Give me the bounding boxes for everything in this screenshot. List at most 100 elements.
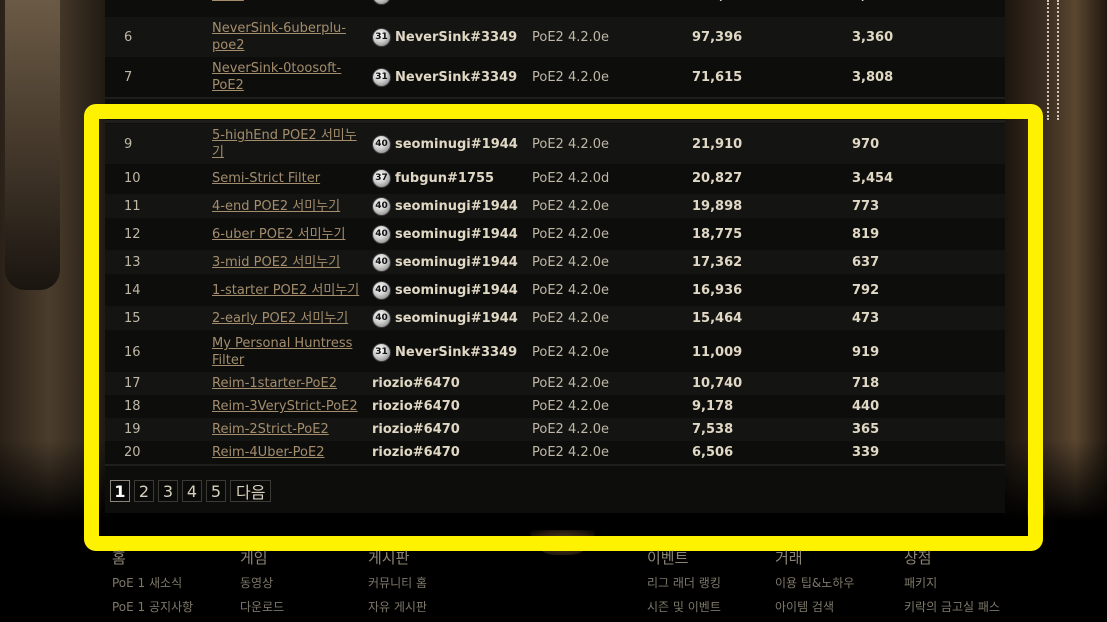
author-name: seominugi#1944 bbox=[395, 254, 518, 270]
author-name: seominugi#1944 bbox=[395, 136, 518, 152]
version-cell: PoE2 4.2.0e bbox=[532, 344, 610, 360]
page-button-3[interactable]: 3 bbox=[158, 480, 178, 502]
level-badge-icon: 31 bbox=[372, 67, 391, 87]
table-row: 9 5-highEnd POE2 서미누기 40 seominugi#1944 PoE2… bbox=[105, 124, 1005, 164]
likes-cell: 792 bbox=[852, 282, 880, 298]
version-cell: PoE2 4.2.0e bbox=[532, 445, 610, 460]
version-cell: PoE2 4.2.0e bbox=[532, 254, 610, 270]
filter-name-cell: My Personal Huntress Filter bbox=[212, 333, 362, 371]
character-figure bbox=[5, 0, 60, 290]
footer-link[interactable]: 동영상 bbox=[240, 574, 284, 591]
footer-link[interactable]: 다운로드 bbox=[240, 598, 284, 615]
page-button-5[interactable]: 5 bbox=[206, 480, 226, 502]
likes-cell: 773 bbox=[852, 198, 880, 214]
filter-name-cell: Reim-2Strict-PoE2 bbox=[212, 418, 362, 441]
author-name: NeverSink#3349 bbox=[395, 29, 518, 45]
filter-name-link[interactable]: Semi-Strict Filter bbox=[212, 170, 320, 187]
likes-cell: 970 bbox=[852, 136, 880, 152]
author-cell: 31NeverSink#3349 bbox=[372, 57, 517, 97]
page-button-1[interactable]: 1 bbox=[110, 480, 130, 502]
downloads-cell: 21,910 bbox=[692, 136, 743, 152]
filter-name-link[interactable]: 1-starter POE2 서미누기 bbox=[212, 282, 359, 299]
filter-name-link[interactable]: Reim-2Strict-PoE2 bbox=[212, 421, 329, 438]
author-cell: 31NeverSink#3349 bbox=[372, 17, 517, 57]
page-button-2[interactable]: 2 bbox=[134, 480, 154, 502]
rank-cell: 14 bbox=[124, 282, 141, 298]
filter-name-link[interactable]: 4-end POE2 서미누기 bbox=[212, 198, 340, 215]
filter-name-link[interactable]: NeverSink-6uberplu-poe2 bbox=[212, 20, 362, 54]
author-cell: 40 seominugi#1944 bbox=[372, 222, 518, 246]
filter-name-link[interactable]: My Personal Huntress Filter bbox=[212, 335, 362, 369]
footer-link[interactable]: 패키지 bbox=[904, 574, 1000, 591]
footer-link[interactable]: PoE 1 새소식 bbox=[112, 574, 193, 591]
likes-cell: 637 bbox=[852, 254, 880, 270]
likes-cell: 3,454 bbox=[852, 170, 894, 186]
footer-heading: 거래 bbox=[775, 549, 803, 567]
author-cell: 40 seominugi#1944 bbox=[372, 278, 518, 302]
filter-name-link[interactable]: Reim-1starter-PoE2 bbox=[212, 375, 337, 392]
footer-link[interactable]: 커뮤니티 홈 bbox=[368, 574, 427, 591]
version-cell: PoE2 4.2.0e bbox=[532, 282, 610, 298]
filter-name-link[interactable]: PoE2 bbox=[212, 0, 244, 4]
level-badge-icon: 40 bbox=[372, 134, 391, 154]
author-name: NeverSink#3349 bbox=[395, 69, 518, 85]
footer-link[interactable]: 시즌 및 이벤트 bbox=[647, 598, 721, 615]
author-name: NeverSink#3349 bbox=[395, 344, 518, 360]
downloads-cell: 7,538 bbox=[692, 422, 734, 437]
footer-heading: 게시판 bbox=[368, 549, 410, 567]
rank-cell: 20 bbox=[124, 445, 141, 460]
level-badge-icon: 31 bbox=[372, 342, 391, 362]
filter-name-cell: 1-starter POE2 서미누기 bbox=[212, 278, 362, 302]
filter-name-cell: Reim-3VeryStrict-PoE2 bbox=[212, 395, 362, 418]
likes-cell: 473 bbox=[852, 310, 880, 326]
footer-heading: 게임 bbox=[240, 549, 268, 567]
filter-name-link[interactable]: NeverSink-0toosoft-PoE2 bbox=[212, 60, 362, 94]
level-badge-icon: 40 bbox=[372, 196, 391, 216]
level-badge-icon: 40 bbox=[372, 224, 391, 244]
version-cell: PoE2 4.2.0e bbox=[532, 226, 610, 242]
footer-link[interactable]: 리그 래더 랭킹 bbox=[647, 574, 721, 591]
downloads-cell: 16,936 bbox=[692, 282, 743, 298]
rank-cell: 9 bbox=[124, 136, 133, 152]
downloads-cell: 71,615 bbox=[692, 69, 743, 85]
author-cell: 40 seominugi#1944 bbox=[372, 194, 518, 218]
rank-cell: 11 bbox=[124, 198, 141, 214]
footer-link[interactable]: 이용 팁&노하우 bbox=[775, 574, 854, 591]
author-name: NeverSink#3349 bbox=[395, 0, 517, 3]
filter-name-link[interactable]: Reim-3VeryStrict-PoE2 bbox=[212, 398, 358, 415]
filter-name-link[interactable]: 3-mid POE2 서미누기 bbox=[212, 254, 340, 271]
author-cell: 37 fubgun#1755 bbox=[372, 166, 494, 190]
version-cell: PoE2 4.2.0e bbox=[532, 29, 610, 45]
footer-link[interactable]: 키락의 금고실 패스 bbox=[904, 598, 1000, 615]
next-page-button[interactable]: 다음 bbox=[230, 480, 272, 502]
author-name: seominugi#1944 bbox=[395, 198, 518, 214]
footer-nav: 홈 PoE 1 새소식 PoE 1 공지사항 게임 동영상 다운로드 게시판 커뮤니티 홈 자유… bbox=[112, 547, 1102, 614]
rank-cell: 7 bbox=[124, 69, 133, 85]
author-cell: riozio#6470 bbox=[372, 418, 460, 441]
ornament-right bbox=[1027, 490, 1045, 522]
version-cell: PoE2 4.2.0e bbox=[532, 376, 610, 391]
page-button-4[interactable]: 4 bbox=[182, 480, 202, 502]
level-badge-icon: 31 bbox=[372, 27, 391, 47]
downloads-cell: 6,506 bbox=[692, 445, 734, 460]
filter-name-cell: 2-early POE2 서미누기 bbox=[212, 306, 362, 330]
author-cell: 31NeverSink#3349 bbox=[372, 0, 517, 7]
filter-name-link[interactable]: 6-uber POE2 서미누기 bbox=[212, 226, 345, 243]
level-badge-icon: 40 bbox=[372, 308, 391, 328]
likes-cell: 3,808 bbox=[852, 69, 894, 85]
filter-name-link[interactable]: 2-early POE2 서미누기 bbox=[212, 310, 348, 327]
author-cell: riozio#6470 bbox=[372, 372, 460, 395]
filter-name-link[interactable]: 5-highEnd POE2 서미누기 bbox=[212, 127, 362, 161]
likes-cell: 919 bbox=[852, 344, 880, 360]
level-badge-icon: 37 bbox=[372, 168, 391, 188]
level-badge-icon: 40 bbox=[372, 252, 391, 272]
filter-name-cell: 6-uber POE2 서미누기 bbox=[212, 222, 362, 246]
version-cell: PoE2 4.2.0e bbox=[532, 422, 610, 437]
version-cell: PoE2 4.2.0e bbox=[532, 399, 610, 414]
filter-name-link[interactable]: Reim-4Uber-PoE2 bbox=[212, 444, 324, 461]
footer-link[interactable]: 자유 게시판 bbox=[368, 598, 427, 615]
likes-cell: 3,360 bbox=[852, 29, 894, 45]
footer-link[interactable]: 아이템 검색 bbox=[775, 598, 854, 615]
footer-link[interactable]: PoE 1 공지사항 bbox=[112, 598, 193, 615]
downloads-cell: 19,898 bbox=[692, 198, 743, 214]
